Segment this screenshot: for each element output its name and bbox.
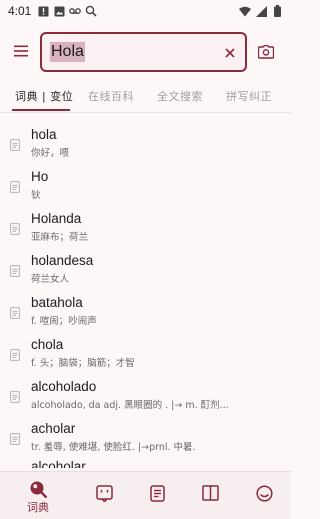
list-item[interactable]: hola 你好，喂 bbox=[0, 119, 291, 161]
entry-meaning: f. 喧闹；吵闹声 bbox=[31, 316, 97, 327]
list-item[interactable]: Holanda 亚麻布；荷兰 bbox=[0, 203, 291, 245]
search-row: Hola bbox=[0, 32, 291, 72]
document-icon bbox=[10, 139, 20, 151]
status-notification-icons bbox=[37, 5, 97, 17]
tab-spell-check[interactable]: 拼写纠正 bbox=[226, 88, 272, 104]
entry-meaning: f. 头；脑袋；脑筋；才智 bbox=[31, 358, 135, 369]
search-input[interactable]: Hola bbox=[40, 32, 247, 72]
entry-word: batahola bbox=[31, 295, 83, 310]
status-system-icons bbox=[239, 5, 283, 17]
battery-icon bbox=[271, 5, 283, 17]
entry-word: Holanda bbox=[31, 211, 82, 226]
entry-word: holandesa bbox=[31, 253, 94, 268]
entry-meaning: 荷兰女人 bbox=[31, 274, 70, 285]
book-nav-icon bbox=[201, 484, 219, 502]
tab-encyclopedia[interactable]: 在线百科 bbox=[88, 88, 134, 104]
menu-button[interactable] bbox=[12, 42, 30, 60]
entry-meaning: alcoholado, da adj. 黑眼圈的 . |→ m. 酊剂... bbox=[31, 400, 229, 411]
status-bar: 4:01 bbox=[0, 0, 291, 22]
search-mode-tabs: 词典 | 变位 在线百科 全文搜索 拼写纠正 bbox=[0, 82, 291, 112]
clear-search-button[interactable] bbox=[221, 44, 239, 62]
gallery-icon bbox=[53, 5, 65, 17]
nav-dictionary-label: 词典 bbox=[27, 501, 49, 514]
translate-nav-icon bbox=[95, 484, 113, 502]
entry-word: acholar bbox=[31, 421, 76, 436]
list-item[interactable]: alcoholar bbox=[0, 451, 291, 468]
bottom-navigation: 词典 bbox=[0, 471, 291, 519]
tab-dictionary[interactable]: 词典 | 变位 bbox=[15, 88, 73, 104]
list-item[interactable]: holandesa 荷兰女人 bbox=[0, 245, 291, 287]
list-item[interactable]: chola f. 头；脑袋；脑筋；才智 bbox=[0, 329, 291, 371]
voicemail-icon bbox=[69, 5, 82, 17]
document-icon bbox=[10, 307, 20, 319]
camera-button[interactable] bbox=[256, 42, 276, 62]
entry-meaning: 钬 bbox=[31, 190, 41, 201]
document-icon bbox=[10, 265, 20, 277]
tab-fulltext-search[interactable]: 全文搜索 bbox=[157, 88, 203, 104]
entry-meaning: 你好，喂 bbox=[31, 148, 70, 159]
camera-icon bbox=[258, 45, 274, 59]
signal-icon bbox=[255, 5, 267, 17]
search-status-icon bbox=[85, 5, 97, 17]
list-item[interactable]: acholar tr. 羞辱, 使难堪, 使脸红. |→prnl. 中暑. bbox=[0, 413, 291, 455]
alert-icon bbox=[37, 5, 49, 17]
document-icon bbox=[10, 349, 20, 361]
entry-word: chola bbox=[31, 337, 64, 352]
document-icon bbox=[10, 391, 20, 403]
status-time: 4:01 bbox=[8, 4, 32, 18]
nav-profile[interactable] bbox=[235, 472, 293, 519]
profile-nav-icon bbox=[255, 484, 273, 502]
search-query-text[interactable]: Hola bbox=[50, 42, 85, 62]
nav-dictionary[interactable]: 词典 bbox=[9, 472, 67, 519]
wifi-icon bbox=[239, 5, 251, 17]
entry-word: Ho bbox=[31, 169, 49, 184]
results-list[interactable]: hola 你好，喂 Ho 钬 Holanda 亚麻布；荷兰 holandesa … bbox=[0, 113, 291, 468]
document-icon bbox=[10, 181, 20, 193]
menu-icon bbox=[14, 45, 28, 57]
entry-meaning: 亚麻布；荷兰 bbox=[31, 232, 89, 243]
document-icon bbox=[10, 433, 20, 445]
nav-notes[interactable] bbox=[128, 472, 186, 519]
notes-nav-icon bbox=[148, 484, 166, 502]
document-icon bbox=[10, 223, 20, 235]
entry-word: hola bbox=[31, 127, 57, 142]
active-tab-indicator bbox=[12, 109, 70, 111]
entry-word: alcoholar bbox=[31, 459, 86, 468]
list-item[interactable]: alcoholado alcoholado, da adj. 黑眼圈的 . |→… bbox=[0, 371, 291, 413]
entry-word: alcoholado bbox=[31, 379, 97, 394]
nav-translate[interactable] bbox=[75, 472, 133, 519]
search-nav-icon bbox=[29, 480, 47, 498]
list-item[interactable]: Ho 钬 bbox=[0, 161, 291, 203]
close-icon bbox=[225, 48, 235, 58]
list-item[interactable]: batahola f. 喧闹；吵闹声 bbox=[0, 287, 291, 329]
nav-wordbook[interactable] bbox=[181, 472, 239, 519]
